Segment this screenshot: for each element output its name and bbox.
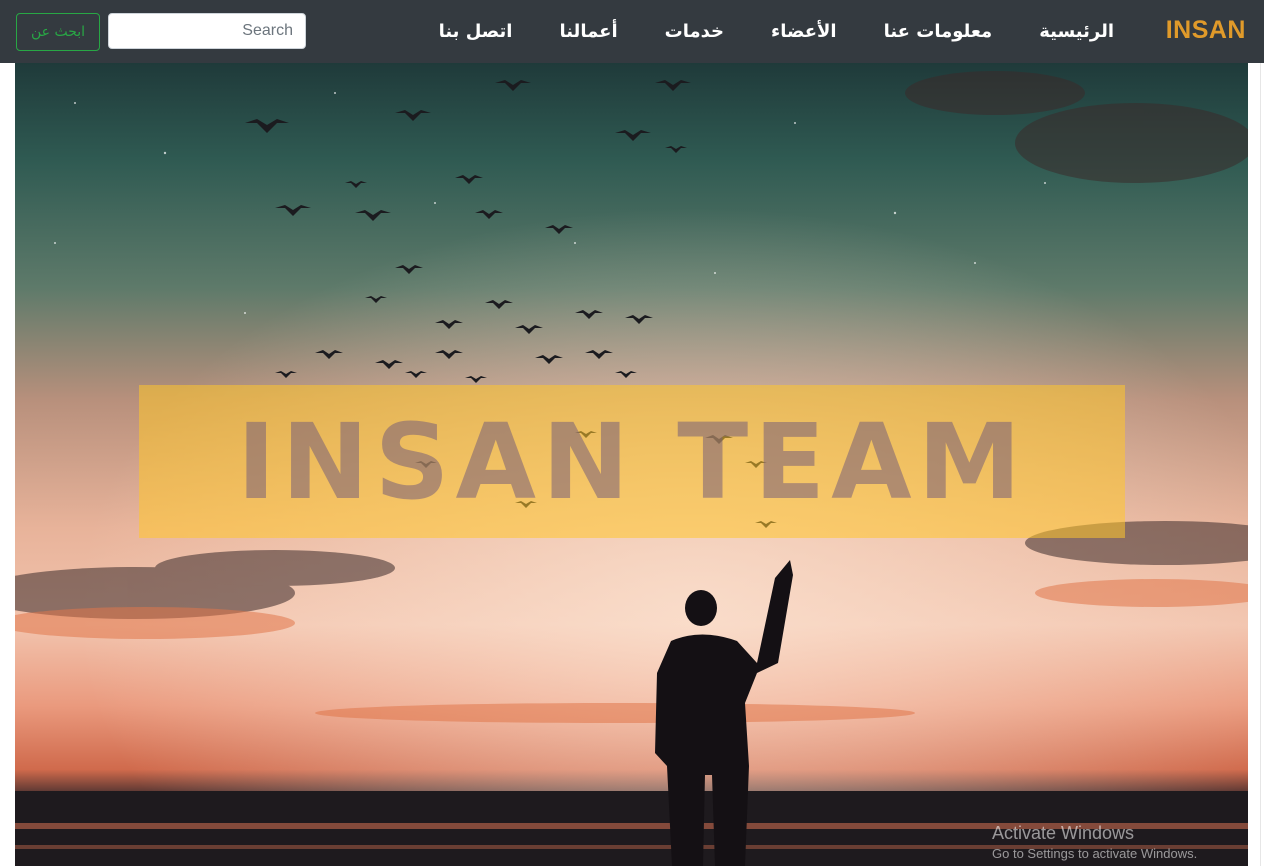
search-input[interactable] (108, 13, 306, 49)
watermark-title: Activate Windows (992, 823, 1135, 843)
nav-link-about[interactable]: معلومات عنا (884, 21, 993, 42)
activate-windows-watermark: Activate Windows Go to Settings to activ… (992, 823, 1197, 861)
hero-banner-title: INSAN TEAM (236, 400, 1028, 523)
page-right-gutter (1248, 63, 1264, 866)
hero-banner: INSAN TEAM (139, 385, 1125, 538)
nav-link-works[interactable]: أعمالنا (559, 21, 617, 42)
watermark-subtitle: Go to Settings to activate Windows. (992, 846, 1198, 861)
search-button[interactable]: ابحث عن (16, 13, 100, 51)
top-navbar: INSAN الرئيسية معلومات عنا الأعضاء خدمات… (0, 0, 1264, 63)
nav-link-home[interactable]: الرئيسية (1039, 21, 1114, 42)
hero-section: INSAN TEAM Activate Windows Go to Settin… (15, 63, 1248, 866)
nav-links: الرئيسية معلومات عنا الأعضاء خدمات أعمال… (439, 0, 1114, 63)
nav-link-services[interactable]: خدمات (665, 21, 724, 42)
nav-link-members[interactable]: الأعضاء (771, 21, 837, 42)
brand-logo[interactable]: INSAN (1166, 16, 1246, 45)
nav-link-contact[interactable]: اتصل بنا (439, 21, 513, 42)
